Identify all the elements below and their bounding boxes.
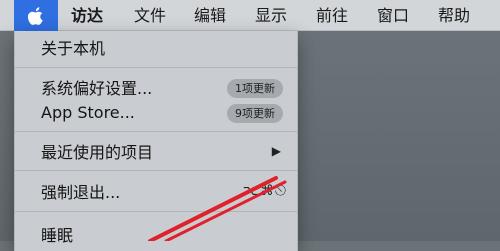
- submenu-arrow-icon: ▶: [271, 144, 281, 158]
- about-label: 关于本机: [41, 39, 106, 58]
- system-preferences-update-badge: 1项更新: [227, 79, 283, 98]
- menu-item-sleep[interactable]: 睡眠: [15, 221, 297, 247]
- menu-item-app-store[interactable]: App Store... 9项更新: [15, 99, 297, 125]
- menu-edit[interactable]: 编辑: [194, 0, 226, 31]
- sleep-label: 睡眠: [41, 226, 74, 245]
- menu-item-system-preferences[interactable]: 系统偏好设置... 1项更新: [15, 74, 297, 100]
- recent-items-label: 最近使用的项目: [41, 143, 154, 162]
- menu-finder[interactable]: 访达: [71, 0, 103, 31]
- apple-icon: [27, 6, 43, 25]
- menu-separator: [15, 67, 297, 68]
- apple-dropdown-menu: 关于本机 系统偏好设置... 1项更新 App Store... 9项更新 最近…: [14, 31, 298, 251]
- app-store-label: App Store...: [41, 102, 135, 122]
- menu-view[interactable]: 显示: [255, 0, 287, 31]
- menu-separator: [15, 211, 297, 212]
- apple-menu-button[interactable]: [14, 0, 58, 31]
- menu-separator: [15, 131, 297, 132]
- system-preferences-label: 系统偏好设置...: [41, 79, 153, 98]
- menu-window[interactable]: 窗口: [377, 0, 409, 31]
- menu-item-recent-items[interactable]: 最近使用的项目 ▶: [15, 138, 297, 164]
- force-quit-label: 强制退出...: [41, 183, 121, 202]
- menu-item-about[interactable]: 关于本机: [15, 34, 297, 60]
- menu-help[interactable]: 帮助: [438, 0, 470, 31]
- menu-bar: 访达 文件 编辑 显示 前往 窗口 帮助: [0, 0, 500, 31]
- force-quit-shortcut: ⌥⌘⎋: [242, 183, 287, 199]
- menu-item-force-quit[interactable]: 强制退出... ⌥⌘⎋: [15, 178, 297, 204]
- menu-go[interactable]: 前往: [316, 0, 348, 31]
- app-store-update-badge: 9项更新: [227, 104, 283, 123]
- menu-separator: [15, 170, 297, 171]
- menu-file[interactable]: 文件: [134, 0, 166, 31]
